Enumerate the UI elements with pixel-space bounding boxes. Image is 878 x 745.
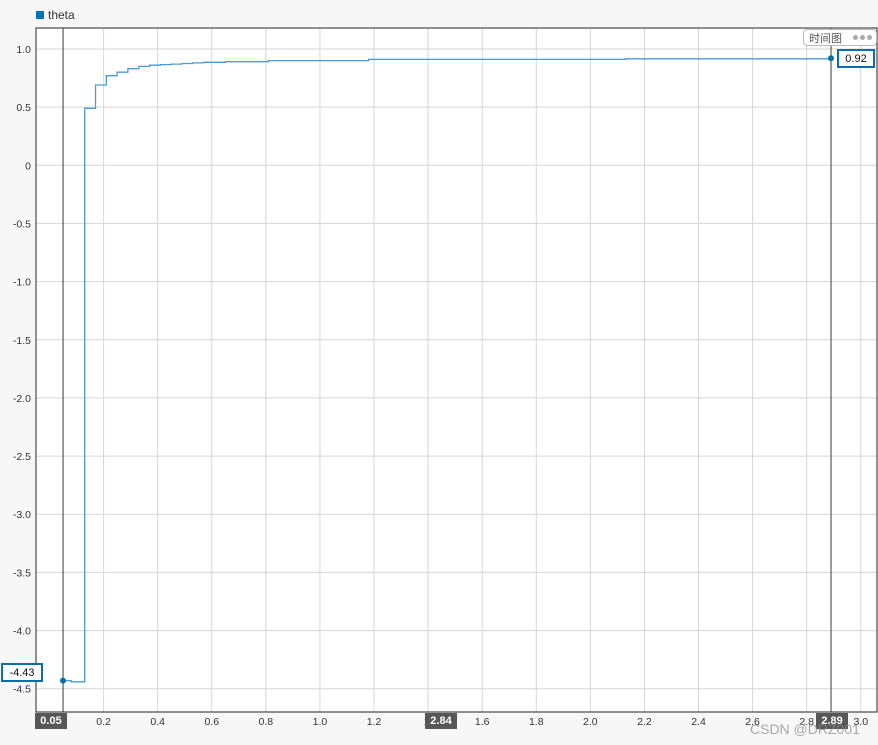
x-tick-label: 1.0: [313, 716, 328, 728]
cursor-left-time[interactable]: 0.05: [35, 713, 67, 729]
y-tick-label: -3.5: [13, 567, 31, 579]
more-options-icon[interactable]: [853, 35, 872, 40]
toolbar-label: 时间图: [809, 32, 842, 45]
y-tick-label: -1.5: [13, 335, 31, 347]
time-plot-toolbar[interactable]: 时间图: [803, 29, 877, 46]
x-tick-label: 1.6: [475, 716, 490, 728]
y-tick-label: -4.5: [13, 684, 31, 696]
x-tick-label: 0.6: [204, 716, 219, 728]
x-tick-label: 2.2: [637, 716, 652, 728]
y-tick-label: -1.0: [13, 277, 31, 289]
y-tick-label: -2.0: [13, 393, 31, 405]
grid: [36, 28, 877, 712]
y-tick-label: -3.0: [13, 509, 31, 521]
y-tick-label: -0.5: [13, 218, 31, 230]
time-plot[interactable]: 0.20.40.60.81.01.21.1.61.82.02.22.42.62.…: [0, 0, 878, 745]
x-tick-label: 0.4: [150, 716, 165, 728]
plot-background: [36, 28, 877, 712]
y-tick-label: -2.5: [13, 451, 31, 463]
cursor-left-value: -4.43: [1, 663, 43, 682]
y-tick-label: 0.5: [16, 102, 31, 114]
cursor-marker-left: [60, 677, 67, 684]
x-tick-label: 2.4: [691, 716, 706, 728]
y-tick-label: -4.0: [13, 626, 31, 638]
cursor-delta-time: 2.84: [425, 713, 457, 729]
cursor-right-value: 0.92: [837, 49, 875, 68]
watermark: CSDN @DRZ001: [750, 721, 860, 737]
x-tick-label: 1.8: [529, 716, 544, 728]
x-tick-label: 2.0: [583, 716, 598, 728]
y-tick-label: 0: [25, 160, 31, 172]
x-tick-label: 0.2: [96, 716, 111, 728]
y-tick-label: 1.0: [16, 44, 31, 56]
cursor-marker-right: [828, 55, 835, 62]
x-tick-label: 0.8: [259, 716, 274, 728]
x-tick-label: 1.2: [367, 716, 382, 728]
